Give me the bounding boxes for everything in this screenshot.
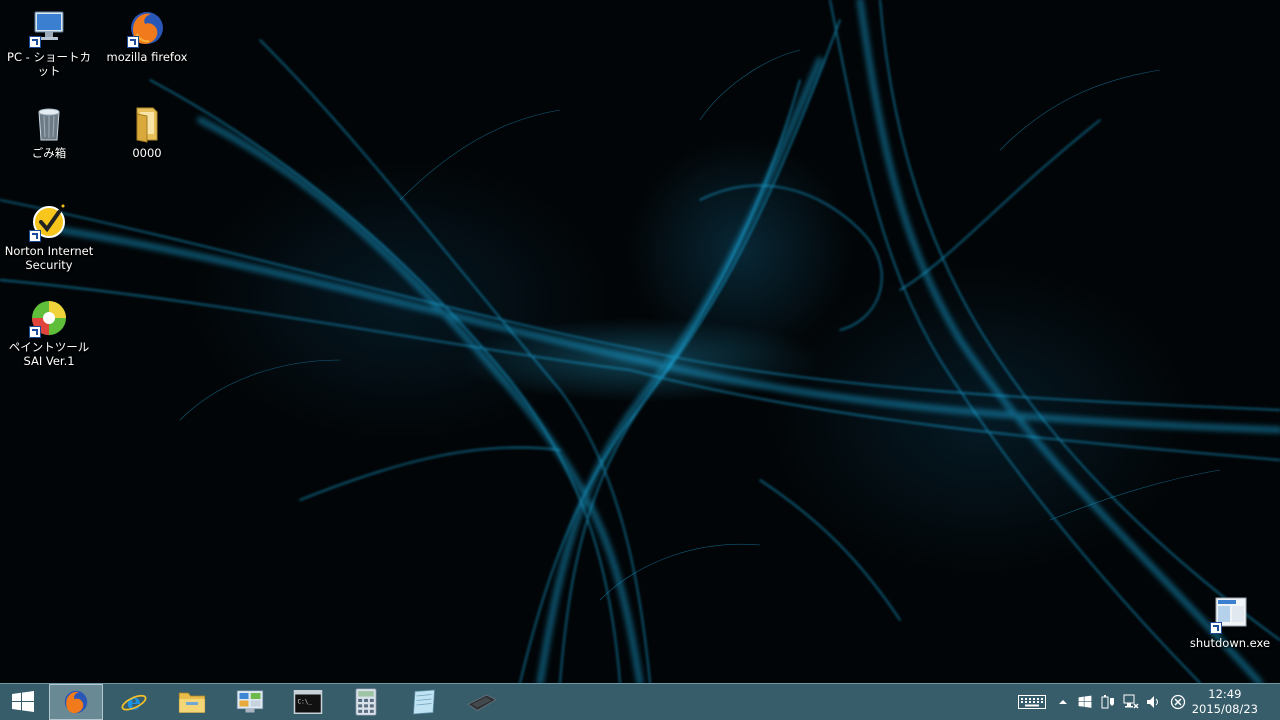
network-icon	[1123, 694, 1139, 709]
taskbar-file-explorer[interactable]	[165, 684, 219, 720]
desktop-icon-recycle-bin[interactable]: ごみ箱	[4, 104, 94, 160]
desktop-icon-norton-internet-security[interactable]: Norton Internet Security	[4, 202, 94, 272]
desktop-icon-label: mozilla firefox	[106, 50, 188, 64]
shortcut-arrow-icon	[29, 230, 41, 242]
desktop-icon-paint-tool-sai[interactable]: ペイントツールSAI Ver.1	[4, 298, 94, 368]
desktop-icon-label: 0000	[132, 146, 162, 160]
firefox-icon	[127, 8, 167, 48]
clock-date: 2015/08/23	[1191, 702, 1258, 716]
desktop-icon-mozilla-firefox[interactable]: mozilla firefox	[102, 8, 192, 64]
shortcut-arrow-icon	[1210, 622, 1222, 634]
taskbar-notepad[interactable]	[397, 684, 451, 720]
windows-flag-icon	[1078, 695, 1092, 708]
taskbar-command-prompt[interactable]: C:\_	[281, 684, 335, 720]
tray-power[interactable]	[1098, 692, 1118, 712]
desktop-icon-label: ごみ箱	[31, 146, 67, 160]
shortcut-arrow-icon	[127, 36, 139, 48]
notepad-icon	[413, 689, 435, 715]
svg-text:C:\_: C:\_	[298, 699, 313, 706]
folder-icon	[127, 104, 167, 144]
tray-network[interactable]	[1121, 692, 1141, 712]
recycle-bin-icon	[29, 104, 69, 144]
chevron-up-icon	[1059, 700, 1067, 704]
shortcut-arrow-icon	[29, 326, 41, 338]
shortcut-arrow-icon	[29, 36, 41, 48]
wallpaper	[0, 0, 1280, 683]
taskbar-control-panel[interactable]	[223, 684, 277, 720]
desktop-icon-shutdown-exe[interactable]: shutdown.exe	[1185, 594, 1275, 650]
firefox-icon	[64, 690, 88, 714]
start-button[interactable]	[0, 684, 46, 720]
taskbar: e C:\_ 12:49 2015/08/23	[0, 683, 1280, 720]
touch-keyboard-button[interactable]	[1016, 692, 1048, 712]
speaker-icon	[1147, 696, 1158, 708]
desktop-icon-label: ペイントツールSAI Ver.1	[8, 340, 90, 368]
keyboard-icon	[1018, 695, 1046, 709]
tablet-icon	[467, 694, 497, 711]
tray-volume[interactable]	[1144, 692, 1164, 712]
desktop-icon-label: shutdown.exe	[1189, 636, 1271, 650]
svg-text:e: e	[127, 690, 141, 716]
calculator-icon	[355, 688, 377, 716]
desktop[interactable]: PC - ショートカット mozilla firefox ごみ箱 0000 No…	[0, 0, 1280, 683]
show-hidden-icons-button[interactable]	[1055, 692, 1071, 712]
start-icon	[12, 691, 34, 712]
shutdown-icon	[1210, 594, 1250, 634]
command-prompt-icon: C:\_	[293, 690, 323, 714]
taskbar-tablet[interactable]	[455, 684, 509, 720]
file-explorer-icon	[178, 692, 206, 713]
desktop-icon-label: PC - ショートカット	[7, 50, 91, 78]
taskbar-calculator[interactable]	[339, 684, 393, 720]
taskbar-firefox[interactable]	[49, 684, 103, 720]
desktop-icon-folder-0000[interactable]: 0000	[102, 104, 192, 160]
tray-error-status[interactable]	[1168, 692, 1188, 712]
taskbar-clock[interactable]: 12:49 2015/08/23	[1192, 687, 1258, 717]
norton-icon	[29, 202, 69, 242]
sai-icon	[29, 298, 69, 338]
desktop-icon-pc-shortcut[interactable]: PC - ショートカット	[4, 8, 94, 78]
internet-explorer-icon: e	[121, 690, 147, 716]
close-circle-icon	[1170, 694, 1186, 710]
taskbar-internet-explorer[interactable]: e	[107, 684, 161, 720]
control-panel-icon	[236, 690, 264, 713]
computer-icon	[29, 8, 69, 48]
battery-plug-icon	[1101, 695, 1114, 709]
clock-time: 12:49	[1208, 687, 1242, 701]
tray-windows-flag[interactable]	[1075, 692, 1095, 712]
desktop-icon-label: Norton Internet Security	[4, 244, 94, 272]
